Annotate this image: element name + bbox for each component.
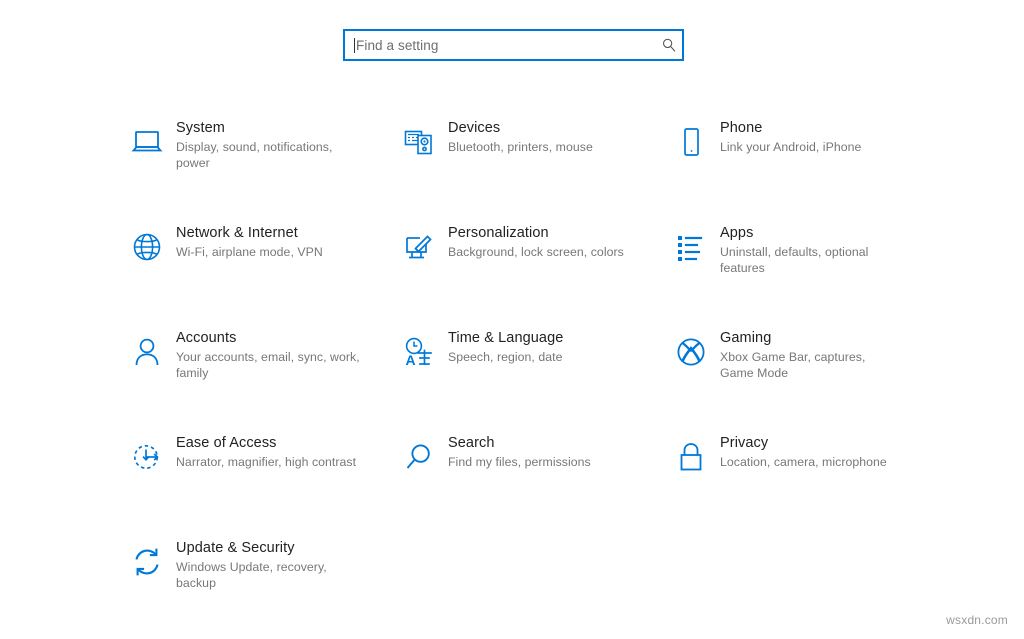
paintbrush-monitor-icon xyxy=(390,224,448,270)
tile-subtitle: Background, lock screen, colors xyxy=(448,245,624,261)
tile-subtitle: Location, camera, microphone xyxy=(720,455,887,471)
settings-tile-search[interactable]: Search Find my files, permissions xyxy=(390,428,662,533)
tile-subtitle: Bluetooth, printers, mouse xyxy=(448,140,593,156)
tile-subtitle: Link your Android, iPhone xyxy=(720,140,861,156)
magnifier-icon xyxy=(390,434,448,480)
tile-text: Time & Language Speech, region, date xyxy=(448,329,569,366)
tile-text: Network & Internet Wi-Fi, airplane mode,… xyxy=(176,224,329,261)
search-icon[interactable] xyxy=(656,37,682,53)
tile-subtitle: Uninstall, defaults, optional features xyxy=(720,245,892,276)
person-icon xyxy=(118,329,176,375)
tile-text: Personalization Background, lock screen,… xyxy=(448,224,630,261)
laptop-icon xyxy=(118,119,176,165)
clock-language-icon: A xyxy=(390,329,448,375)
phone-icon xyxy=(662,119,720,165)
tile-subtitle: Speech, region, date xyxy=(448,350,563,366)
tile-subtitle: Windows Update, recovery, backup xyxy=(176,560,361,591)
search-input[interactable]: Find a setting xyxy=(355,38,656,53)
tile-title: Gaming xyxy=(720,330,892,347)
sync-arrows-icon xyxy=(118,539,176,585)
settings-tile-phone[interactable]: Phone Link your Android, iPhone xyxy=(662,113,918,218)
tile-title: Update & Security xyxy=(176,540,361,557)
tile-subtitle: Display, sound, notifications, power xyxy=(176,140,361,171)
tile-text: Update & Security Windows Update, recove… xyxy=(176,539,367,591)
settings-tile-privacy[interactable]: Privacy Location, camera, microphone xyxy=(662,428,918,533)
tile-text: Phone Link your Android, iPhone xyxy=(720,119,867,156)
settings-tile-system[interactable]: System Display, sound, notifications, po… xyxy=(118,113,390,218)
tile-text: System Display, sound, notifications, po… xyxy=(176,119,367,171)
settings-tile-gaming[interactable]: Gaming Xbox Game Bar, captures, Game Mod… xyxy=(662,323,918,428)
settings-tile-apps[interactable]: Apps Uninstall, defaults, optional featu… xyxy=(662,218,918,323)
tile-title: Time & Language xyxy=(448,330,563,347)
search-box[interactable]: Find a setting xyxy=(343,29,684,61)
settings-tile-time-language[interactable]: A Time & Language Speech, region, date xyxy=(390,323,662,428)
tile-title: Search xyxy=(448,435,591,452)
tile-title: Ease of Access xyxy=(176,435,356,452)
tile-title: Phone xyxy=(720,120,861,137)
tile-title: Apps xyxy=(720,225,892,242)
tile-title: Network & Internet xyxy=(176,225,323,242)
tile-text: Gaming Xbox Game Bar, captures, Game Mod… xyxy=(720,329,898,381)
tile-text: Accounts Your accounts, email, sync, wor… xyxy=(176,329,367,381)
tile-subtitle: Wi-Fi, airplane mode, VPN xyxy=(176,245,323,261)
tile-text: Privacy Location, camera, microphone xyxy=(720,434,893,471)
lock-icon xyxy=(662,434,720,480)
devices-icon xyxy=(390,119,448,165)
tile-subtitle: Find my files, permissions xyxy=(448,455,591,471)
settings-tile-ease-of-access[interactable]: Ease of Access Narrator, magnifier, high… xyxy=(118,428,390,533)
app-list-icon xyxy=(662,224,720,270)
tile-title: Personalization xyxy=(448,225,624,242)
settings-tile-network-internet[interactable]: Network & Internet Wi-Fi, airplane mode,… xyxy=(118,218,390,323)
settings-tile-personalization[interactable]: Personalization Background, lock screen,… xyxy=(390,218,662,323)
tile-title: Privacy xyxy=(720,435,887,452)
tile-title: Accounts xyxy=(176,330,361,347)
tile-text: Devices Bluetooth, printers, mouse xyxy=(448,119,599,156)
tile-text: Search Find my files, permissions xyxy=(448,434,597,471)
settings-tile-accounts[interactable]: Accounts Your accounts, email, sync, wor… xyxy=(118,323,390,428)
globe-icon xyxy=(118,224,176,270)
tile-subtitle: Narrator, magnifier, high contrast xyxy=(176,455,356,471)
settings-tile-devices[interactable]: Devices Bluetooth, printers, mouse xyxy=(390,113,662,218)
site-watermark: wsxdn.com xyxy=(946,613,1008,627)
settings-tile-update-security[interactable]: Update & Security Windows Update, recove… xyxy=(118,533,390,638)
tile-title: Devices xyxy=(448,120,593,137)
tile-title: System xyxy=(176,120,361,137)
tile-text: Ease of Access Narrator, magnifier, high… xyxy=(176,434,362,471)
tile-text: Apps Uninstall, defaults, optional featu… xyxy=(720,224,898,276)
tile-subtitle: Your accounts, email, sync, work, family xyxy=(176,350,361,381)
accessibility-icon xyxy=(118,434,176,480)
svg-text:A: A xyxy=(406,352,416,368)
tile-subtitle: Xbox Game Bar, captures, Game Mode xyxy=(720,350,892,381)
settings-grid: System Display, sound, notifications, po… xyxy=(118,113,918,638)
xbox-icon xyxy=(662,329,720,375)
